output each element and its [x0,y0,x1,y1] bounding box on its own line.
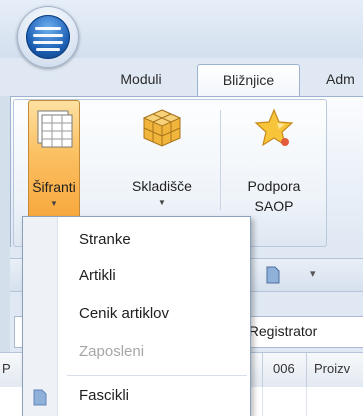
ribbon-separator [220,110,221,210]
menu-item-zaposleni: Zaposleni [23,335,251,369]
app-logo-icon [26,15,70,59]
menu-item-label: Artikli [79,267,116,284]
menu-item-label: Cenik artiklov [79,305,170,322]
menu-item-label: Fascikli [79,387,130,404]
menu-item-artikli[interactable]: Artikli [23,259,251,293]
star-icon [254,108,294,147]
warehouse-boxes-icon [142,109,182,147]
sifranti-button[interactable]: Šifranti ▼ [28,100,80,218]
tab-moduli[interactable]: Moduli [96,64,186,96]
column-header-cell[interactable]: 006 [273,361,295,376]
application-menu-button[interactable] [17,6,79,68]
column-header-cell[interactable]: P [2,361,11,376]
menu-item-cenik-artiklov[interactable]: Cenik artiklov [23,297,251,331]
sifranti-dropdown-menu: Stranke Artikli Cenik artiklov Zaposleni… [22,216,251,416]
menu-separator [67,375,247,376]
chevron-down-icon: ▼ [158,198,166,207]
document-title: eRegistrator [241,323,318,339]
saop-label: SAOP [254,198,294,214]
menu-item-stranke[interactable]: Stranke [23,223,251,257]
sifranti-label: Šifranti [32,179,76,195]
skladisce-label: Skladišče [132,178,192,194]
menu-item-fascikli[interactable]: Fascikli [23,379,251,413]
skladisce-button[interactable]: Skladišče ▼ [110,100,214,218]
menu-item-label: Zaposleni [79,343,145,360]
podpora-label: Podpora [247,178,301,194]
tab-adm[interactable]: Adm [326,64,363,96]
quick-access-dropdown[interactable]: ▾ [310,267,316,280]
tab-bliznjice[interactable]: Bližnjice [197,64,300,98]
tab-label: Adm [326,71,355,87]
tab-label: Bližnjice [222,72,275,88]
grid-table-icon [37,110,73,148]
podpora-saop-button[interactable]: Podpora SAOP [226,100,322,218]
chevron-down-icon: ▼ [50,199,58,208]
document-icon[interactable] [266,266,280,284]
column-header-cell[interactable]: Proizv [314,361,350,376]
folder-icon [33,389,47,406]
menu-item-label: Stranke [79,231,131,248]
tab-label: Moduli [120,71,162,87]
